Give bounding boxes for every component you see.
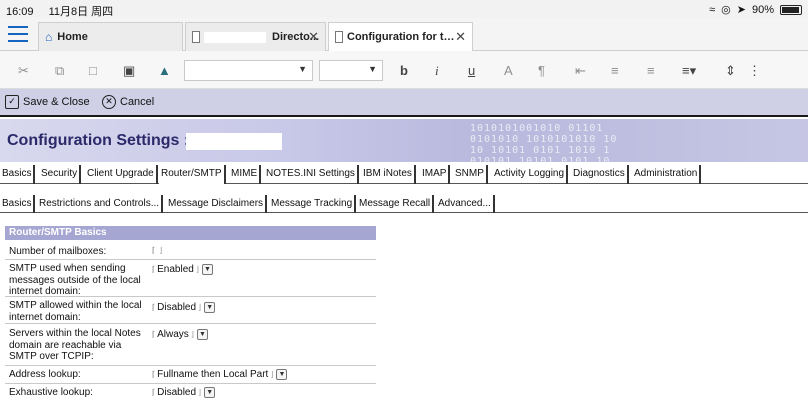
- smtp-outside-select[interactable]: ⌈ Enabled ⌋ ▼: [152, 263, 213, 275]
- field-row: Exhaustive lookup: ⌈ Disabled ⌋ ▼: [5, 384, 376, 401]
- tab-mime[interactable]: MIME: [229, 165, 262, 184]
- tab-imap[interactable]: IMAP: [420, 165, 451, 184]
- save-close-label: Save & Close: [23, 96, 90, 108]
- document-icon: [335, 31, 343, 43]
- field-label: Number of mailboxes:: [9, 246, 107, 257]
- wifi-icon: ≈: [709, 3, 716, 16]
- cancel-icon: ✕: [102, 95, 116, 109]
- home-icon: ⌂: [45, 30, 53, 44]
- more-options-icon[interactable]: ⋮: [748, 63, 761, 79]
- tab-router-smtp[interactable]: Router/SMTP: [159, 165, 226, 184]
- tab-configuration-label: Configuration for t…: [347, 31, 455, 43]
- tab-snmp[interactable]: SNMP: [453, 165, 488, 184]
- chevron-down-icon[interactable]: ▼: [204, 301, 216, 313]
- field-row: Servers within the local Notes domain ar…: [5, 324, 376, 366]
- paste-icon[interactable]: □: [89, 63, 97, 78]
- subtab-restrictions[interactable]: Restrictions and Controls...: [37, 195, 164, 213]
- banner-decoration: 1010101001010 01101 0101010 1010101010 10…: [470, 123, 618, 162]
- chevron-down-icon[interactable]: ▼: [276, 368, 288, 380]
- subtab-basics[interactable]: Basics: [0, 195, 36, 213]
- line-spacing-icon[interactable]: ⇕: [725, 63, 736, 79]
- tab-notes-ini-settings[interactable]: NOTES.INI Settings: [264, 165, 359, 184]
- copy-icon[interactable]: ⧉: [55, 63, 64, 79]
- section-header: Router/SMTP Basics: [5, 226, 376, 240]
- location-icon: ➤: [736, 4, 746, 16]
- field-label: Address lookup:: [9, 369, 81, 380]
- document-icon: [192, 31, 200, 43]
- action-bar: ✓ Save & Close ✕ Cancel: [0, 89, 808, 117]
- underline-icon[interactable]: u: [468, 63, 475, 78]
- battery-percent: 90%: [751, 3, 774, 16]
- tab-ibm-inotes[interactable]: IBM iNotes: [361, 165, 416, 184]
- font-size-select[interactable]: ▼: [319, 60, 383, 81]
- battery-icon: [780, 4, 802, 15]
- highlight-icon[interactable]: ¶: [538, 63, 545, 78]
- align-icon[interactable]: ≡▾: [682, 63, 696, 79]
- servers-reachable-select[interactable]: ⌈ Always ⌋ ▼: [152, 328, 208, 340]
- tab-bar: ⌂ Home Directo... ✕ Configuration for t……: [0, 18, 808, 51]
- subtab-message-disclaimers[interactable]: Message Disclaimers: [166, 195, 268, 213]
- redacted-text: [204, 31, 266, 43]
- tab-activity-logging[interactable]: Activity Logging: [492, 165, 569, 184]
- save-icon: ✓: [5, 95, 19, 109]
- cancel-button[interactable]: ✕ Cancel: [102, 95, 154, 109]
- redacted-server-name: [186, 133, 282, 150]
- tab-directory[interactable]: Directo... ✕: [185, 22, 326, 51]
- hamburger-menu-icon[interactable]: [8, 26, 28, 42]
- chevron-down-icon[interactable]: ▼: [204, 386, 216, 398]
- smtp-local-select[interactable]: ⌈ Disabled ⌋ ▼: [152, 301, 216, 313]
- ios-status-bar: 16:09 11月8日 周四 ≈ ◎ ➤ 90%: [0, 0, 808, 18]
- save-close-button[interactable]: ✓ Save & Close: [5, 95, 90, 109]
- status-time: 16:09: [6, 6, 34, 18]
- chevron-down-icon[interactable]: ▼: [201, 263, 213, 275]
- lock-rotation-icon: ◎: [721, 4, 731, 16]
- status-date: 11月8日 周四: [48, 6, 114, 18]
- tab-diagnostics[interactable]: Diagnostics: [571, 165, 629, 184]
- configuration-banner: Configuration Settings : 1010101001010 0…: [0, 119, 808, 162]
- field-label: Servers within the local Notes domain ar…: [9, 328, 141, 362]
- status-indicators: ≈ ◎ ➤ 90%: [709, 3, 802, 16]
- bold-icon[interactable]: b: [400, 63, 408, 78]
- tab-home[interactable]: ⌂ Home: [38, 22, 183, 51]
- tab-security[interactable]: Security: [39, 165, 82, 184]
- subtab-message-recall[interactable]: Message Recall: [357, 195, 435, 213]
- font-family-select[interactable]: ▼: [184, 60, 313, 81]
- insert-image-icon[interactable]: ▣: [123, 63, 135, 79]
- field-label: Exhaustive lookup:: [9, 387, 93, 398]
- text-color-icon[interactable]: A: [504, 63, 513, 78]
- sub-tab-bar: Basics Restrictions and Controls... Mess…: [0, 195, 808, 213]
- cut-icon[interactable]: ✂: [18, 63, 29, 79]
- outdent-icon[interactable]: ⇤: [575, 63, 586, 79]
- chevron-down-icon[interactable]: ▼: [196, 328, 208, 340]
- field-row: Number of mailboxes: ⌈ ⌋: [5, 242, 376, 260]
- tab-basics[interactable]: Basics: [0, 165, 36, 184]
- tab-home-label: Home: [57, 31, 88, 43]
- status-time-date: 16:09 11月8日 周四: [6, 3, 113, 19]
- field-row: Address lookup: ⌈ Fullname then Local Par…: [5, 366, 376, 384]
- page-title: Configuration Settings :: [7, 132, 190, 149]
- editor-toolbar: ✂ ⧉ □ ▣ ▲ ▼ ▼ b i u A ¶ ⇤ ≡ ≡ ≡▾ ⇕ ⋮: [0, 51, 808, 89]
- field-label: SMTP used when sending messages outside …: [9, 263, 141, 297]
- cancel-label: Cancel: [120, 96, 155, 108]
- italic-icon[interactable]: i: [435, 63, 439, 79]
- tab-administration[interactable]: Administration: [632, 165, 702, 184]
- field-label: SMTP allowed within the local internet d…: [9, 300, 142, 323]
- address-lookup-select[interactable]: ⌈ Fullname then Local Part ⌋ ▼: [152, 368, 288, 380]
- subtab-advanced[interactable]: Advanced...: [436, 195, 495, 213]
- attach-icon[interactable]: ▲: [158, 63, 171, 78]
- bullet-list-icon[interactable]: ≡: [611, 63, 619, 78]
- field-row: SMTP allowed within the local internet d…: [5, 297, 376, 324]
- number-of-mailboxes-field[interactable]: ⌈ ⌋: [152, 244, 162, 256]
- field-row: SMTP used when sending messages outside …: [5, 260, 376, 297]
- close-icon[interactable]: ✕: [308, 29, 319, 45]
- main-tab-bar: Basics Security Client Upgrade Router/SM…: [0, 164, 808, 184]
- tab-configuration[interactable]: Configuration for t… ✕: [328, 22, 473, 51]
- exhaustive-lookup-select[interactable]: ⌈ Disabled ⌋ ▼: [152, 386, 216, 398]
- close-icon[interactable]: ✕: [455, 29, 466, 45]
- tab-client-upgrade[interactable]: Client Upgrade: [85, 165, 158, 184]
- numbered-list-icon[interactable]: ≡: [647, 63, 655, 78]
- subtab-message-tracking[interactable]: Message Tracking: [269, 195, 357, 213]
